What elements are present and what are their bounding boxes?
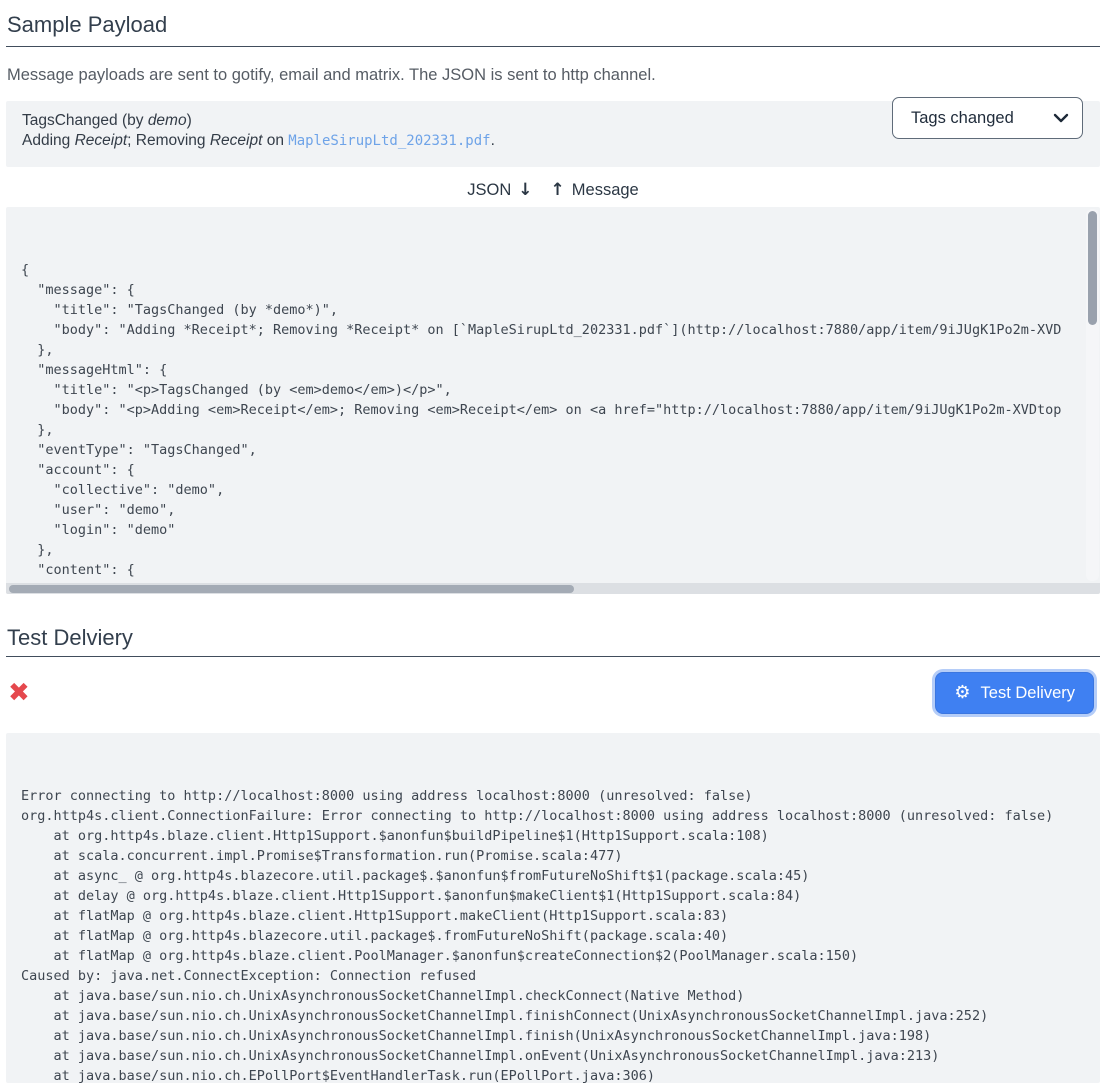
test-delivery-title: Test Delviery <box>6 613 1100 657</box>
gear-icon: ⚙ <box>954 684 970 702</box>
event-type-select[interactable]: Tags changed <box>892 97 1083 139</box>
item-file-link[interactable]: MapleSirupLtd_202331.pdf <box>288 133 490 149</box>
event-name-suffix: ) <box>187 112 192 129</box>
delivery-failed-icon: ✖ <box>8 679 30 707</box>
event-type-selected-value: Tags changed <box>911 108 1014 128</box>
message-toggle-label: Message <box>572 181 639 200</box>
event-name-text: TagsChanged (by <box>22 112 148 129</box>
json-view-toggle[interactable]: JSON ↓ <box>467 180 532 200</box>
sample-payload-title: Sample Payload <box>6 0 1100 47</box>
page: Sample Payload Message payloads are sent… <box>0 0 1106 1083</box>
json-payload-text: { "message": { "title": "TagsChanged (by… <box>6 247 1100 594</box>
event-sample-line2: Adding Receipt; Removing Receipt on Mapl… <box>22 131 880 151</box>
period-text: . <box>491 132 495 149</box>
test-delivery-button-label: Test Delivery <box>981 684 1075 703</box>
tag-added-text: Receipt <box>75 132 128 149</box>
arrow-up-icon: ↑ <box>551 180 565 200</box>
test-delivery-controls: ✖ ⚙ Test Delivery <box>6 672 1100 714</box>
tag-removed-text: Receipt <box>210 132 263 149</box>
horizontal-scrollbar[interactable] <box>6 583 1100 594</box>
payload-view-toggle: JSON ↓ ↑ Message <box>6 180 1100 200</box>
arrow-down-icon: ↓ <box>518 180 532 200</box>
json-toggle-label: JSON <box>467 181 511 200</box>
sample-payload-description: Message payloads are sent to gotify, ema… <box>6 63 1100 87</box>
test-delivery-button[interactable]: ⚙ Test Delivery <box>935 672 1094 714</box>
delivery-error-text: Error connecting to http://localhost:800… <box>6 773 1100 1083</box>
json-payload-codeblock: { "message": { "title": "TagsChanged (by… <box>6 207 1100 594</box>
event-sample-line1: TagsChanged (by demo) <box>22 111 880 131</box>
message-view-toggle[interactable]: ↑ Message <box>551 180 639 200</box>
vertical-scrollbar-thumb[interactable] <box>1088 211 1097 325</box>
event-sample-box: TagsChanged (by demo) Adding Receipt; Re… <box>6 101 1100 167</box>
vertical-scrollbar[interactable] <box>1086 209 1099 581</box>
removing-text: ; Removing <box>127 132 210 149</box>
adding-text: Adding <box>22 132 75 149</box>
event-user-text: demo <box>148 112 187 129</box>
horizontal-scrollbar-thumb[interactable] <box>9 585 574 593</box>
on-text: on <box>262 132 288 149</box>
delivery-error-codeblock: Error connecting to http://localhost:800… <box>6 733 1100 1083</box>
chevron-down-icon <box>1053 113 1069 123</box>
